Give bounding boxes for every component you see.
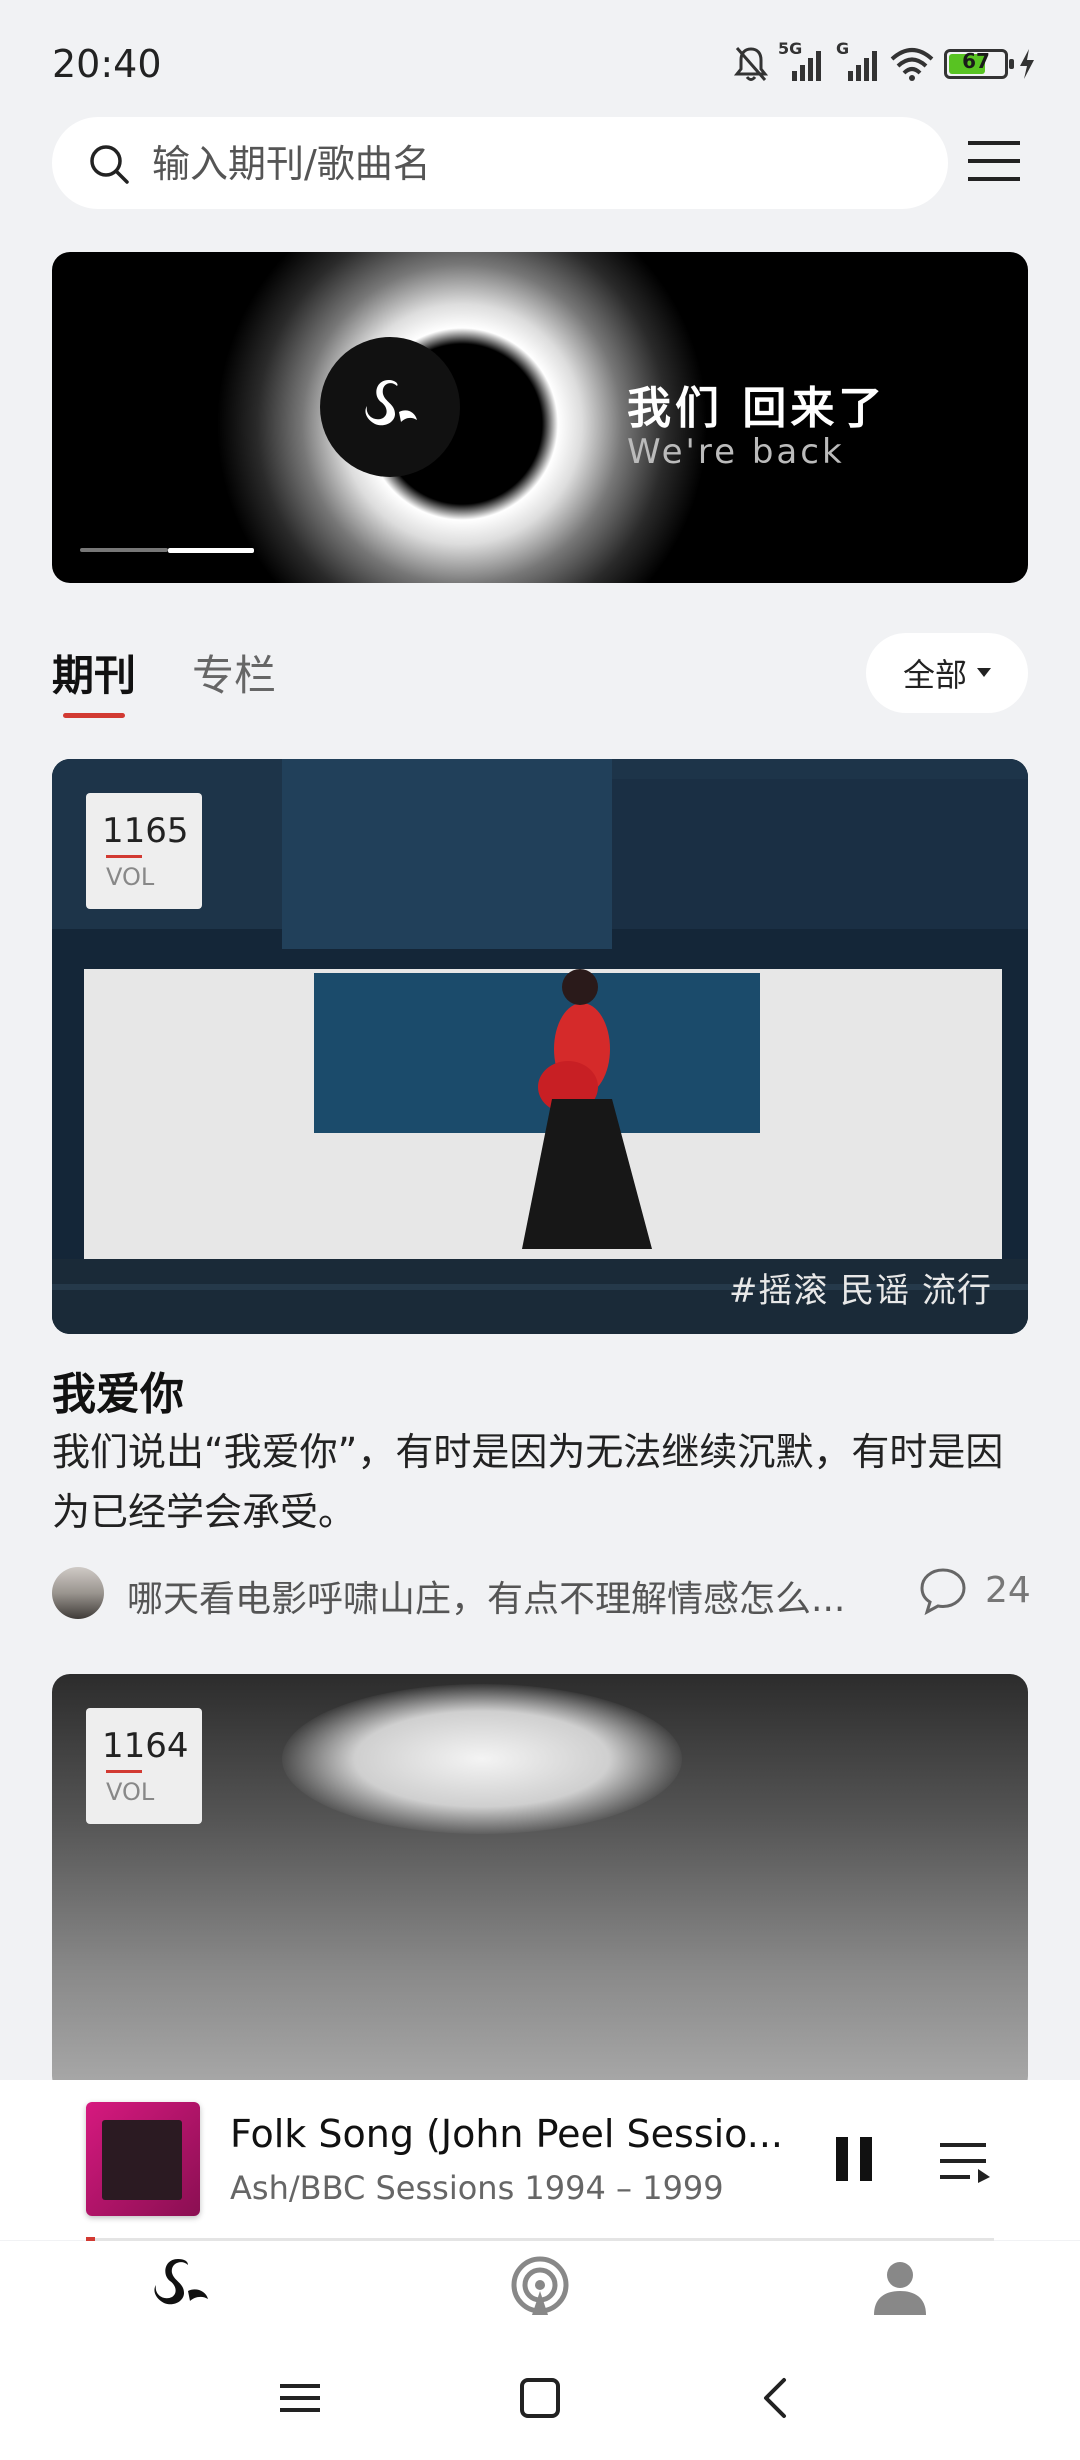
journal-description: 我们说出“我爱你”，有时是因为无法继续沉默，有时是因为已经学会承受。 <box>52 1430 1004 1534</box>
comment-count: 24 <box>985 1570 1031 1611</box>
filter-label: 全部 <box>902 656 967 694</box>
vol-divider <box>106 1770 142 1773</box>
cloud-graphic <box>282 1684 682 1834</box>
pause-icon[interactable] <box>832 2133 876 2185</box>
journal-cover-image[interactable]: 1164 VOL <box>52 1674 1028 2094</box>
menu-icon[interactable] <box>274 2372 326 2424</box>
charging-icon <box>1020 49 1034 79</box>
song-title[interactable]: Folk Song (John Peel Sessio... <box>230 2112 785 2156</box>
vol-label: VOL <box>106 863 155 891</box>
status-icons: 5G G 67 <box>734 39 1036 84</box>
banner-carousel[interactable]: 我们 回来了 We're back <box>52 252 1028 583</box>
swan-home-icon[interactable] <box>150 2255 214 2319</box>
filter-dropdown[interactable]: 全部 <box>866 633 1028 713</box>
signal-icon <box>792 51 821 81</box>
vol-badge: 1165 VOL <box>86 793 202 909</box>
menu-icon[interactable] <box>966 138 1022 184</box>
tab-active-indicator <box>63 713 125 718</box>
tab-journal[interactable]: 期刊 <box>52 642 136 703</box>
swan-logo-icon <box>320 337 460 477</box>
comment-icon[interactable] <box>918 1566 968 1616</box>
journal-tags: #摇滚 民谣 流行 <box>728 1271 992 1311</box>
search-input[interactable] <box>150 117 914 211</box>
back-icon[interactable] <box>752 2372 804 2424</box>
avatar[interactable] <box>52 1567 104 1619</box>
carousel-dot-active <box>168 548 254 553</box>
banner-subtitle: We're back <box>627 432 845 472</box>
banner-title: 我们 回来了 <box>627 383 887 434</box>
mute-bell-icon <box>734 47 768 81</box>
vol-label: VOL <box>106 1778 155 1806</box>
album-cover[interactable] <box>86 2102 200 2216</box>
battery-level: 67 <box>962 49 990 73</box>
comment-preview[interactable]: 哪天看电影呼啸山庄，有点不理解情感怎么... <box>127 1570 877 1622</box>
tab-column[interactable]: 专栏 <box>192 642 276 703</box>
caret-down-icon <box>977 668 991 677</box>
playlist-icon[interactable] <box>938 2139 994 2183</box>
search-bar[interactable] <box>52 117 948 211</box>
journal-cover-image[interactable]: 1165 VOL #摇滚 民谣 流行 <box>52 759 1028 1334</box>
vol-divider <box>106 855 142 858</box>
vol-badge: 1164 VOL <box>86 1708 202 1824</box>
song-album: Ash/BBC Sessions 1994 – 1999 <box>230 2169 724 2207</box>
carousel-dot <box>80 548 168 552</box>
signal-g: G <box>834 39 880 83</box>
album-cover-art <box>102 2120 182 2200</box>
vol-number: 1165 <box>102 811 189 851</box>
vol-number: 1164 <box>102 1726 189 1766</box>
signal-5g: 5G <box>778 39 824 83</box>
journal-title[interactable]: 我爱你 <box>52 1358 184 1422</box>
profile-icon[interactable] <box>868 2255 932 2319</box>
status-time: 20:40 <box>52 42 162 86</box>
home-square-icon[interactable] <box>514 2372 566 2424</box>
signal-icon <box>848 51 877 81</box>
wifi-icon <box>890 48 934 81</box>
search-icon <box>90 145 129 184</box>
podcast-icon[interactable] <box>508 2255 572 2319</box>
battery-icon: 67 <box>944 49 1014 79</box>
